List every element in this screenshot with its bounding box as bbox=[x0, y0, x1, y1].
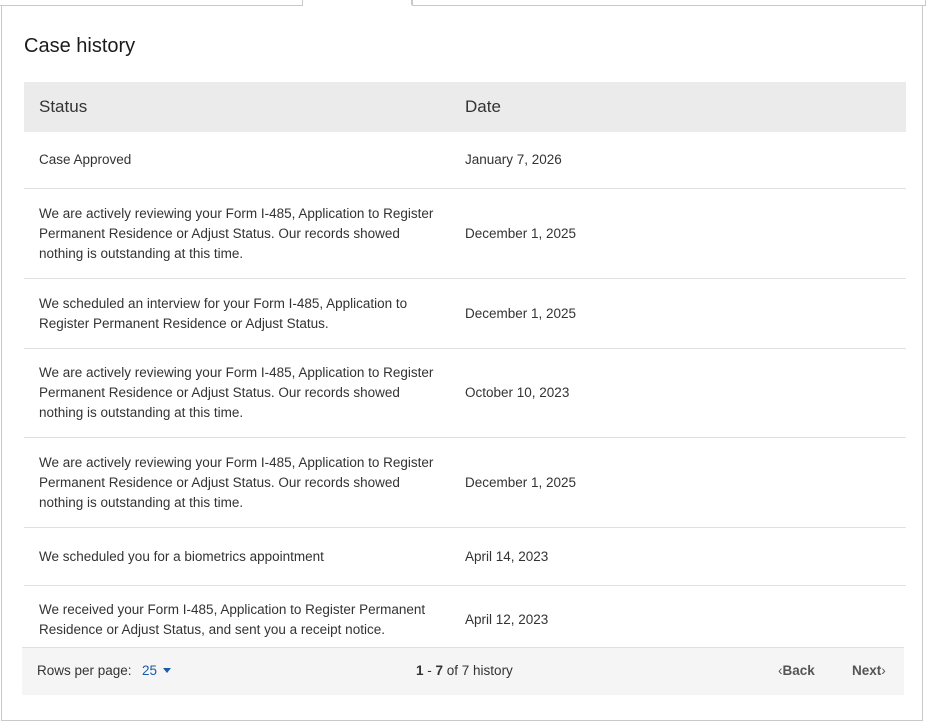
row-date: December 1, 2025 bbox=[465, 474, 577, 490]
row-date: April 14, 2023 bbox=[465, 548, 549, 564]
row-status: We are actively reviewing your Form I-48… bbox=[39, 365, 434, 420]
pagination-bar: Rows per page: 25 1 - 7 of 7 history ‹Ba… bbox=[22, 647, 904, 695]
caret-down-icon bbox=[163, 668, 172, 673]
range-suffix: of 7 history bbox=[443, 663, 513, 678]
table-header: Status Date bbox=[24, 82, 906, 132]
row-date: December 1, 2025 bbox=[465, 225, 577, 241]
table-row: Case Approved January 7, 2026 bbox=[24, 132, 906, 189]
row-status: We scheduled an interview for your Form … bbox=[39, 295, 408, 331]
rows-per-page-value: 25 bbox=[142, 663, 158, 678]
row-status: We scheduled you for a biometrics appoin… bbox=[39, 548, 324, 564]
pagination-range: 1 - 7 of 7 history bbox=[416, 663, 513, 678]
row-status: We are actively reviewing your Form I-48… bbox=[39, 454, 434, 510]
column-header-status: Status bbox=[39, 97, 88, 116]
table-row: We received your Form I-485, Application… bbox=[24, 586, 906, 654]
case-history-table: Status Date Case Approved January 7, 202… bbox=[24, 82, 906, 654]
range-separator: - bbox=[423, 663, 436, 678]
next-button[interactable]: Next› bbox=[852, 663, 886, 678]
rows-per-page-select[interactable]: 25 bbox=[142, 663, 172, 678]
case-history-panel: Case history Status Date Case Approved J… bbox=[1, 5, 923, 721]
section-title: Case history bbox=[24, 35, 136, 57]
table-row: We are actively reviewing your Form I-48… bbox=[24, 189, 906, 279]
range-end: 7 bbox=[435, 663, 444, 678]
case-history-page: Case history Status Date Case Approved J… bbox=[0, 0, 926, 723]
back-label: Back bbox=[782, 663, 815, 678]
table-row: We are actively reviewing your Form I-48… bbox=[24, 349, 906, 438]
rows-per-page-label: Rows per page: bbox=[37, 663, 132, 678]
back-button[interactable]: ‹Back bbox=[778, 663, 815, 678]
next-label: Next bbox=[852, 663, 882, 678]
table-row: We scheduled you for a biometrics appoin… bbox=[24, 528, 906, 586]
row-date: December 1, 2025 bbox=[465, 305, 577, 321]
row-date: January 7, 2026 bbox=[465, 152, 562, 167]
table-row: We scheduled an interview for your Form … bbox=[24, 279, 906, 349]
range-start: 1 bbox=[416, 663, 424, 678]
chevron-right-icon: › bbox=[881, 663, 886, 678]
table-row: We are actively reviewing your Form I-48… bbox=[24, 438, 906, 528]
row-status: We are actively reviewing your Form I-48… bbox=[39, 205, 434, 261]
row-date: April 12, 2023 bbox=[465, 612, 549, 627]
column-header-date: Date bbox=[465, 97, 501, 116]
row-status: We received your Form I-485, Application… bbox=[39, 602, 426, 637]
row-date: October 10, 2023 bbox=[465, 385, 570, 400]
row-status: Case Approved bbox=[39, 152, 132, 167]
